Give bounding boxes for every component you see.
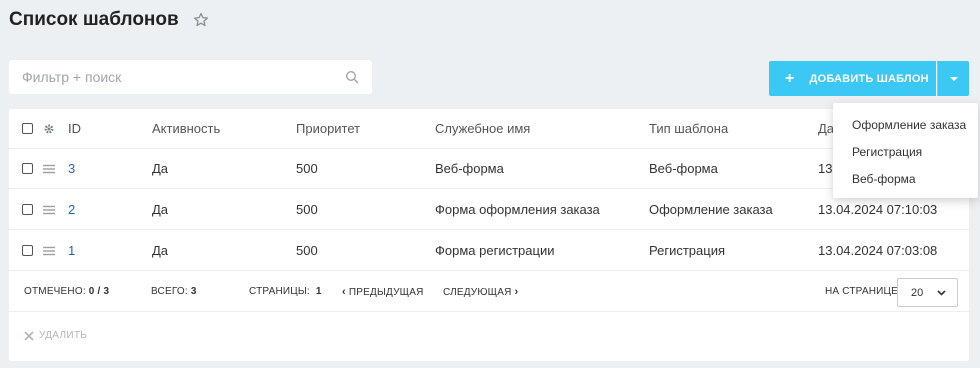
checked-value: 0 / 3	[88, 286, 110, 297]
prev-page-button[interactable]: ‹ ПРЕДЫДУЩАЯ	[342, 286, 424, 298]
search-input[interactable]	[22, 69, 345, 85]
row-type: Веб-форма	[649, 161, 718, 176]
pages-counter: СТРАНИЦЫ: 1	[249, 286, 322, 297]
plus-icon: +	[785, 69, 795, 87]
row-type: Оформление заказа	[649, 202, 773, 217]
delete-label: УДАЛИТЬ	[39, 330, 88, 341]
delete-button[interactable]: УДАЛИТЬ	[24, 330, 87, 341]
select-all-checkbox[interactable]	[22, 123, 33, 134]
checked-label: ОТМЕЧЕНО:	[24, 286, 86, 297]
column-header-date[interactable]: Да	[818, 121, 834, 136]
row-menu-icon[interactable]	[42, 203, 56, 217]
row-active: Да	[152, 202, 169, 217]
menu-item-webform[interactable]: Веб-форма	[833, 165, 978, 192]
row-checkbox[interactable]	[22, 163, 33, 174]
per-page-value: 20	[911, 286, 924, 299]
row-id-link[interactable]: 1	[68, 243, 75, 258]
row-active: Да	[152, 243, 169, 258]
row-name: Форма оформления заказа	[435, 202, 600, 217]
row-menu-icon[interactable]	[42, 244, 56, 258]
grid-footer: ОТМЕЧЕНО: 0 / 3 ВСЕГО: 3 СТРАНИЦЫ: 1 ‹ П…	[9, 272, 969, 312]
checked-counter: ОТМЕЧЕНО: 0 / 3	[24, 286, 109, 297]
total-value: 3	[190, 286, 197, 297]
add-template-label: ДОБАВИТЬ ШАБЛОН	[809, 72, 929, 85]
total-counter: ВСЕГО: 3	[151, 286, 197, 297]
caret-down-icon	[949, 76, 958, 81]
row-name: Форма регистрации	[435, 243, 555, 258]
per-page-select[interactable]: 20	[897, 278, 958, 307]
page-title: Список шаблонов	[9, 9, 209, 31]
search-icon[interactable]	[345, 70, 359, 84]
next-page-button[interactable]: СЛЕДУЮЩАЯ ›	[443, 286, 518, 298]
row-date: 13.04.2024 07:03:08	[818, 243, 938, 258]
add-template-menu: Оформление заказа Регистрация Веб-форма	[833, 103, 978, 198]
column-header-active[interactable]: Активность	[152, 121, 220, 136]
row-menu-icon[interactable]	[42, 162, 56, 176]
column-header-type[interactable]: Тип шаблона	[649, 121, 728, 136]
add-template-dropdown-toggle[interactable]	[937, 61, 969, 96]
menu-item-registration[interactable]: Регистрация	[833, 138, 978, 165]
row-id-link[interactable]: 2	[68, 202, 75, 217]
close-icon	[24, 330, 34, 341]
table-row[interactable]: 1 Да 500 Форма регистрации Регистрация 1…	[9, 231, 969, 271]
row-checkbox[interactable]	[22, 245, 33, 256]
per-page-label: НА СТРАНИЦЕ:	[825, 286, 901, 297]
table-row[interactable]: 2 Да 500 Форма оформления заказа Оформле…	[9, 190, 969, 230]
row-priority: 500	[296, 202, 318, 217]
add-template-button[interactable]: + ДОБАВИТЬ ШАБЛОН	[769, 61, 936, 96]
row-priority: 500	[296, 243, 318, 258]
templates-grid: ID Активность Приоритет Служебное имя Ти…	[9, 109, 969, 361]
pages-value[interactable]: 1	[316, 286, 322, 297]
row-name: Веб-форма	[435, 161, 504, 176]
table-row[interactable]: 3 Да 500 Веб-форма Веб-форма 13	[9, 149, 969, 189]
gear-icon[interactable]	[42, 122, 56, 136]
row-date: 13.04.2024 07:10:03	[818, 202, 938, 217]
row-type: Регистрация	[649, 243, 725, 258]
row-id-link[interactable]: 3	[68, 161, 75, 176]
row-priority: 500	[296, 161, 318, 176]
column-header-priority[interactable]: Приоритет	[296, 121, 360, 136]
pages-label: СТРАНИЦЫ:	[249, 286, 310, 297]
column-header-name[interactable]: Служебное имя	[435, 121, 530, 136]
chevron-right-icon: ›	[514, 286, 519, 298]
row-date: 13	[818, 161, 833, 176]
row-checkbox[interactable]	[22, 204, 33, 215]
star-icon[interactable]	[193, 12, 209, 28]
prev-page-label: ПРЕДЫДУЩАЯ	[348, 287, 424, 298]
chevron-down-icon	[937, 290, 946, 296]
next-page-label: СЛЕДУЮЩАЯ	[443, 287, 512, 298]
row-active: Да	[152, 161, 169, 176]
chevron-left-icon: ‹	[342, 286, 346, 298]
column-header-id[interactable]: ID	[68, 121, 81, 136]
grid-header-row: ID Активность Приоритет Служебное имя Ти…	[9, 109, 969, 149]
page-title-text: Список шаблонов	[9, 9, 179, 30]
filter-search-box[interactable]	[9, 60, 372, 94]
total-label: ВСЕГО:	[151, 286, 188, 297]
menu-item-order[interactable]: Оформление заказа	[833, 111, 978, 138]
